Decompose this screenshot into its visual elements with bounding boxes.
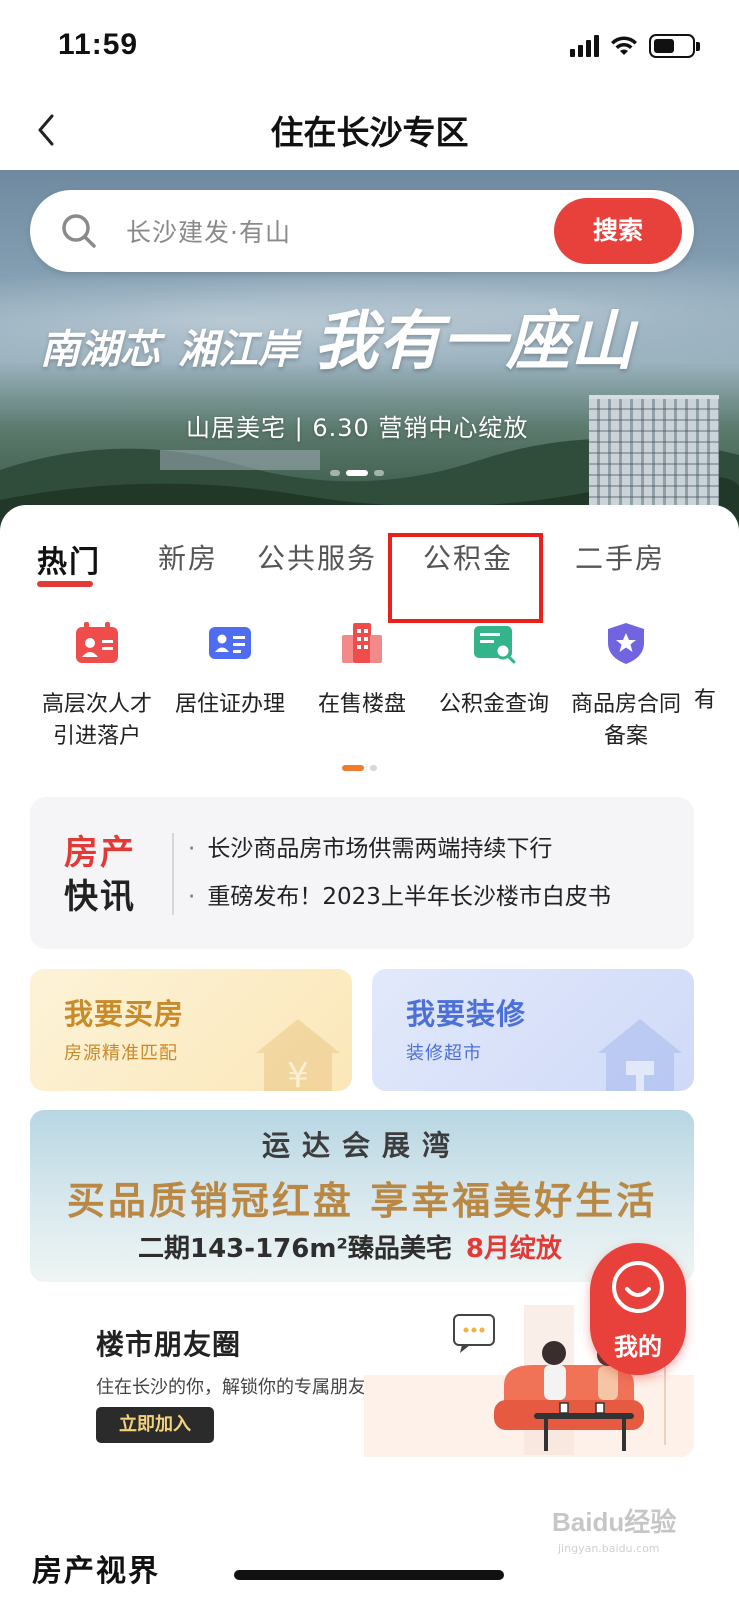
buy-house-subtitle: 房源精准匹配 <box>64 1043 178 1064</box>
building-icon <box>342 623 382 663</box>
tab-new-house[interactable]: 新房 <box>158 537 218 577</box>
promo-banner[interactable]: 运达会展湾 买品质销冠红盘 享幸福美好生活 二期143-176m²臻品美宅 8月绽… <box>30 1110 694 1282</box>
fund-search-icon <box>474 626 516 664</box>
service-grid: 高层次人才 引进落户 居住证办理 在售楼盘 公积金查询 商品房合同 备案 有 <box>0 621 739 761</box>
search-input[interactable]: 长沙建发·有山 <box>126 213 291 249</box>
house-yuan-icon: ¥ <box>256 1019 340 1091</box>
section-title: 房产视界 <box>32 1554 160 1589</box>
news-logo: 房产 快讯 <box>64 833 136 917</box>
search-bar[interactable]: 长沙建发·有山 搜索 <box>30 190 694 272</box>
promo-project-name: 运达会展湾 <box>261 1129 462 1162</box>
wifi-icon <box>611 36 637 55</box>
hero-slogan: 南湖芯 湘江岸 我有一座山 <box>40 290 700 382</box>
svg-text:¥: ¥ <box>287 1056 309 1091</box>
tab-second-hand[interactable]: 二手房 <box>575 537 665 577</box>
service-contract-filing[interactable]: 商品房合同 备案 <box>556 621 696 753</box>
tab-public-service[interactable]: 公共服务 <box>257 537 377 577</box>
buy-house-card[interactable]: 我要买房 房源精准匹配 ¥ <box>30 969 352 1091</box>
search-button[interactable]: 搜索 <box>554 198 682 264</box>
service-fund-query[interactable]: 公积金查询 <box>424 621 564 721</box>
service-residence-permit-label: 居住证办理 <box>174 692 285 717</box>
service-contract-label: 商品房合同 备案 <box>570 692 681 749</box>
news-flash[interactable]: 房产 快讯 · 长沙商品房市场供需两端持续下行 · 重磅发布！2023上半年长沙楼市… <box>30 797 694 949</box>
buy-house-title: 我要买房 <box>64 997 185 1031</box>
news-item[interactable]: · 重磅发布！2023上半年长沙楼市白皮书 <box>188 877 611 911</box>
nav-bar: 住在长沙专区 <box>0 90 739 170</box>
carousel-indicator <box>330 470 384 476</box>
hero-subtitle: 山居美宅 | 6.30 营销中心绽放 <box>186 414 529 442</box>
search-icon <box>62 214 96 248</box>
hero-slogan-1: 南湖芯 <box>40 326 160 373</box>
decorate-title: 我要装修 <box>406 997 527 1031</box>
service-partial-label: 有 <box>694 688 717 713</box>
service-properties-on-sale[interactable]: 在售楼盘 <box>292 621 432 721</box>
page-title: 住在长沙专区 <box>270 113 469 152</box>
tab-hot[interactable]: 热门 <box>37 537 101 581</box>
join-now-button[interactable]: 立即加入 <box>96 1407 214 1443</box>
service-talent-label: 高层次人才 引进落户 <box>41 692 152 749</box>
grid-page-indicator <box>342 765 377 771</box>
hero-slogan-3: 我有一座山 <box>314 304 634 379</box>
my-label: 我的 <box>614 1333 662 1361</box>
active-tab-indicator <box>37 581 93 587</box>
baidu-watermark: Baidu经验 jingyan.baidu.com <box>552 1507 677 1555</box>
promo-detail: 二期143-176m²臻品美宅 8月绽放 <box>138 1234 562 1264</box>
decorate-card[interactable]: 我要装修 装修超市 <box>372 969 694 1091</box>
status-time: 11:59 <box>58 28 139 61</box>
status-bar: 11:59 <box>0 0 739 90</box>
friends-subtitle: 住在长沙的你，解锁你的专属朋友圈 <box>96 1377 384 1398</box>
service-talent[interactable]: 高层次人才 引进落户 <box>27 621 167 753</box>
cellular-signal-icon <box>570 35 599 57</box>
news-item[interactable]: · 长沙商品房市场供需两端持续下行 <box>188 829 552 863</box>
service-properties-label: 在售楼盘 <box>317 692 406 717</box>
service-partial[interactable]: 有 <box>694 621 739 717</box>
battery-icon <box>649 34 700 58</box>
talent-icon <box>76 622 118 663</box>
id-card-icon <box>209 627 251 659</box>
my-floating-button[interactable]: 我的 <box>590 1243 686 1375</box>
friends-title: 楼市朋友圈 <box>96 1328 242 1361</box>
annotation-highlight-box <box>388 533 543 623</box>
service-residence-permit[interactable]: 居住证办理 <box>160 621 300 721</box>
home-indicator[interactable] <box>234 1570 504 1580</box>
decorate-subtitle: 装修超市 <box>406 1043 482 1064</box>
status-icons <box>570 34 700 58</box>
smile-icon <box>612 1261 664 1313</box>
divider <box>172 833 174 915</box>
service-fund-query-label: 公积金查询 <box>438 692 549 717</box>
hero-slogan-2: 湘江岸 <box>178 326 298 373</box>
main-content: 热门 新房 公共服务 公积金 二手房 高层次人才 引进落户 居住证办理 在售楼盘… <box>0 505 739 1600</box>
house-brush-icon <box>598 1019 682 1091</box>
category-tabs: 热门 新房 公共服务 公积金 二手房 <box>0 533 739 623</box>
contract-shield-icon <box>608 623 644 664</box>
promo-headline: 买品质销冠红盘 享幸福美好生活 <box>66 1179 658 1223</box>
